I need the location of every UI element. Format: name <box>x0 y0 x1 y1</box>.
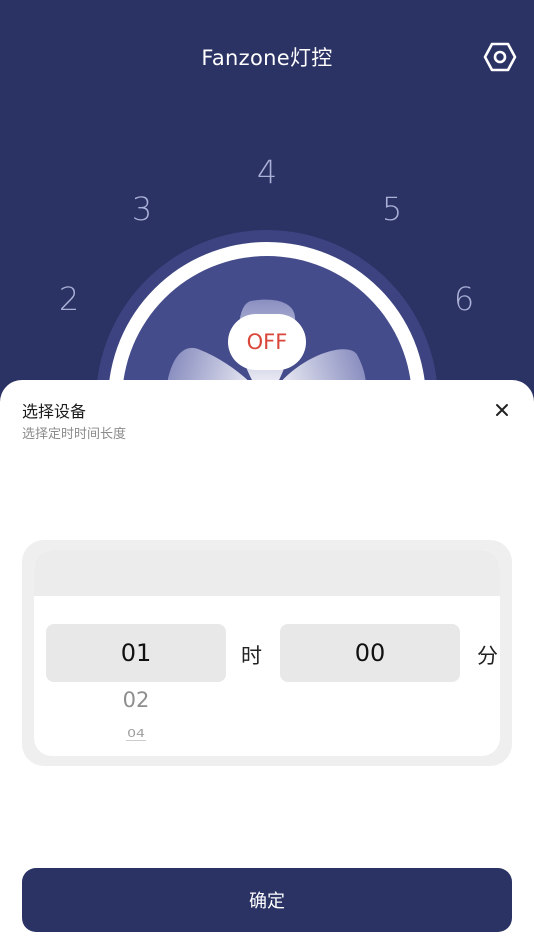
page-title: Fanzone灯控 <box>201 46 333 70</box>
hours-wheel-option-faded[interactable]: 04 <box>46 728 226 741</box>
sheet-subtitle: 选择定时时间长度 <box>22 427 127 442</box>
hours-wheel-option[interactable]: 02 <box>46 688 226 712</box>
close-icon <box>496 404 508 416</box>
close-button[interactable] <box>490 398 514 422</box>
speed-level-2[interactable]: 2 <box>49 280 89 318</box>
picker-top-fade <box>34 550 500 596</box>
power-button[interactable]: OFF <box>228 314 306 370</box>
hours-wheel-selected[interactable]: 01 <box>46 624 226 682</box>
hours-wheel-option-faded-label: 04 <box>126 728 146 741</box>
minute-unit-label: 分 <box>477 644 498 668</box>
settings-hex-icon <box>483 42 517 72</box>
hour-unit-label: 时 <box>241 644 262 668</box>
settings-button[interactable] <box>482 40 518 74</box>
time-picker-wheels: 01 时 00 分 02 04 <box>34 550 500 756</box>
time-picker: 01 时 00 分 02 04 <box>22 540 512 766</box>
speed-level-3[interactable]: 3 <box>122 190 162 228</box>
speed-level-5[interactable]: 5 <box>372 190 412 228</box>
app-bar: Fanzone灯控 <box>0 0 534 112</box>
speed-level-6[interactable]: 6 <box>444 280 484 318</box>
confirm-button[interactable]: 确定 <box>22 868 512 932</box>
sheet-title: 选择设备 <box>22 402 87 421</box>
minutes-wheel-selected[interactable]: 00 <box>280 624 460 682</box>
timer-bottom-sheet: 选择设备 选择定时时间长度 01 时 00 分 02 04 确定 <box>0 380 534 950</box>
speed-level-4[interactable]: 4 <box>247 153 287 191</box>
